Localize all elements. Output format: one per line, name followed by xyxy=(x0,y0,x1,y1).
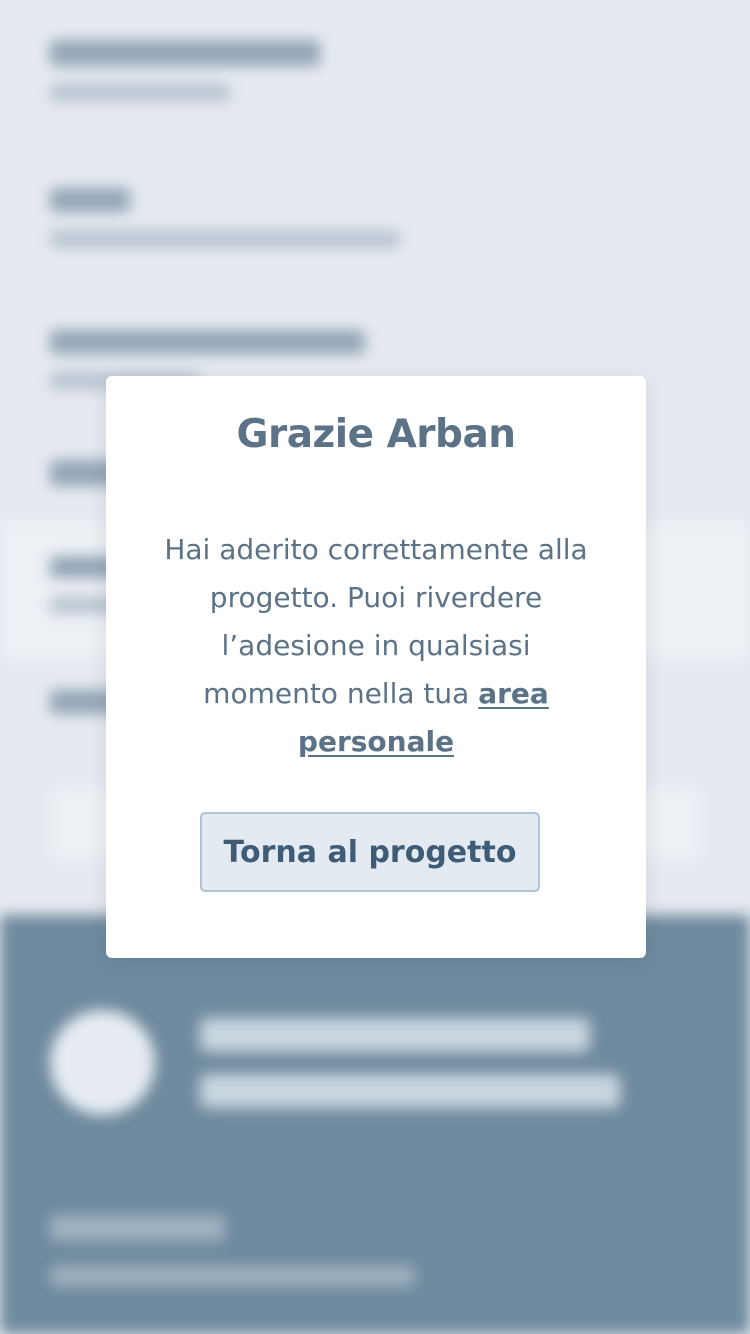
modal-message: Hai aderito correttamente alla progetto.… xyxy=(161,526,591,766)
modal-title: Grazie Arban xyxy=(236,412,516,457)
confirmation-modal: Grazie Arban Hai aderito correttamente a… xyxy=(106,376,646,958)
back-to-project-button[interactable]: Torna al progetto xyxy=(200,812,540,892)
modal-overlay: Grazie Arban Hai aderito correttamente a… xyxy=(0,0,750,1334)
